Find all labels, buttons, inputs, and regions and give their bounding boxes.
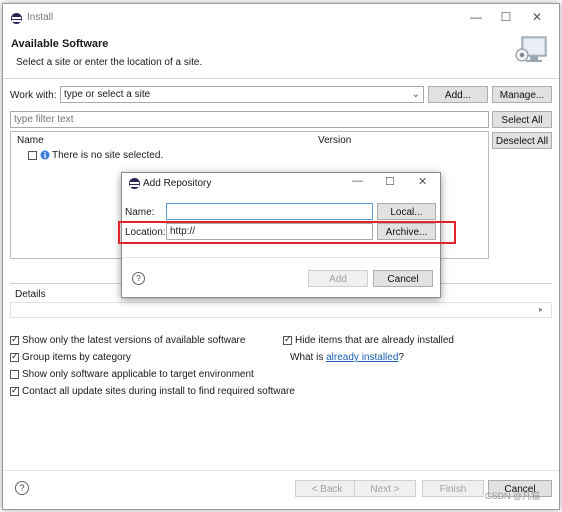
deselect-all-button[interactable]: Deselect All [492,132,552,149]
work-with-label: Work with: [10,90,57,101]
latest-versions-checkbox[interactable] [10,334,19,345]
details-label: Details [15,289,46,300]
close-icon[interactable]: ✕ [530,10,544,24]
what-is-text: What is [290,352,327,363]
manage-button[interactable]: Manage... [492,86,552,103]
dialog-minimize-icon[interactable]: — [352,175,363,187]
work-with-combo[interactable]: type or select a site ⌄ [60,86,424,103]
group-by-category-checkbox[interactable] [10,351,19,362]
maximize-icon[interactable]: ☐ [499,10,513,24]
location-highlight-box [118,221,456,244]
applicable-only-label: Show only software applicable to target … [22,369,254,380]
dialog-eclipse-icon [129,178,140,189]
dialog-title: Add Repository [143,178,212,189]
footer-separator [3,470,559,471]
dialog-cancel-button[interactable]: Cancel [373,270,433,287]
dialog-maximize-icon[interactable]: ☐ [385,175,395,188]
dialog-close-icon[interactable]: ✕ [418,175,427,188]
hide-installed-label: Hide items that are already installed [295,335,454,346]
filter-input[interactable] [10,111,489,128]
dialog-add-button[interactable]: Add [308,270,368,287]
add-site-button[interactable]: Add... [428,86,488,103]
name-input[interactable] [166,203,373,220]
column-header-version[interactable]: Version [318,135,351,146]
already-installed-link[interactable]: already installed [326,352,398,363]
back-button[interactable]: < Back [295,480,359,497]
column-header-name[interactable]: Name [17,135,44,146]
site-checkbox[interactable] [28,151,37,160]
applicable-only-checkbox[interactable] [10,370,19,379]
watermark-text: CSDN @凡猫 [485,491,541,501]
what-is-line: What is already installed? [290,352,404,363]
eclipse-icon [11,13,22,24]
scroll-arrow-icon[interactable]: ▸ [539,305,543,314]
select-all-button[interactable]: Select All [492,111,552,128]
page-title: Available Software [11,38,109,50]
title-bar: Install — ☐ ✕ [3,4,559,30]
contact-sites-label: Contact all update sites during install … [22,386,295,397]
work-with-value: type or select a site [64,89,151,100]
hide-installed-checkbox[interactable] [283,334,292,345]
install-monitor-icon [515,36,547,62]
page-subtitle: Select a site or enter the location of a… [16,57,203,68]
header-banner: Available Software Select a site or ente… [3,30,559,79]
empty-message: There is no site selected. [52,150,164,161]
window-title: Install [27,12,54,23]
question-mark-text: ? [398,352,404,363]
dialog-help-icon[interactable]: ? [132,272,145,285]
local-button[interactable]: Local... [377,203,436,220]
dialog-separator [122,257,440,258]
minimize-icon[interactable]: — [469,10,483,24]
name-label: Name: [125,207,155,218]
next-button[interactable]: Next > [354,480,416,497]
chevron-down-icon[interactable]: ⌄ [412,87,420,102]
finish-button[interactable]: Finish [422,480,484,497]
group-by-category-label: Group items by category [22,352,131,363]
details-area [10,302,552,318]
latest-versions-label: Show only the latest versions of availab… [22,335,246,346]
info-icon [40,150,50,160]
help-icon[interactable]: ? [15,481,29,495]
contact-sites-checkbox[interactable] [10,385,19,396]
